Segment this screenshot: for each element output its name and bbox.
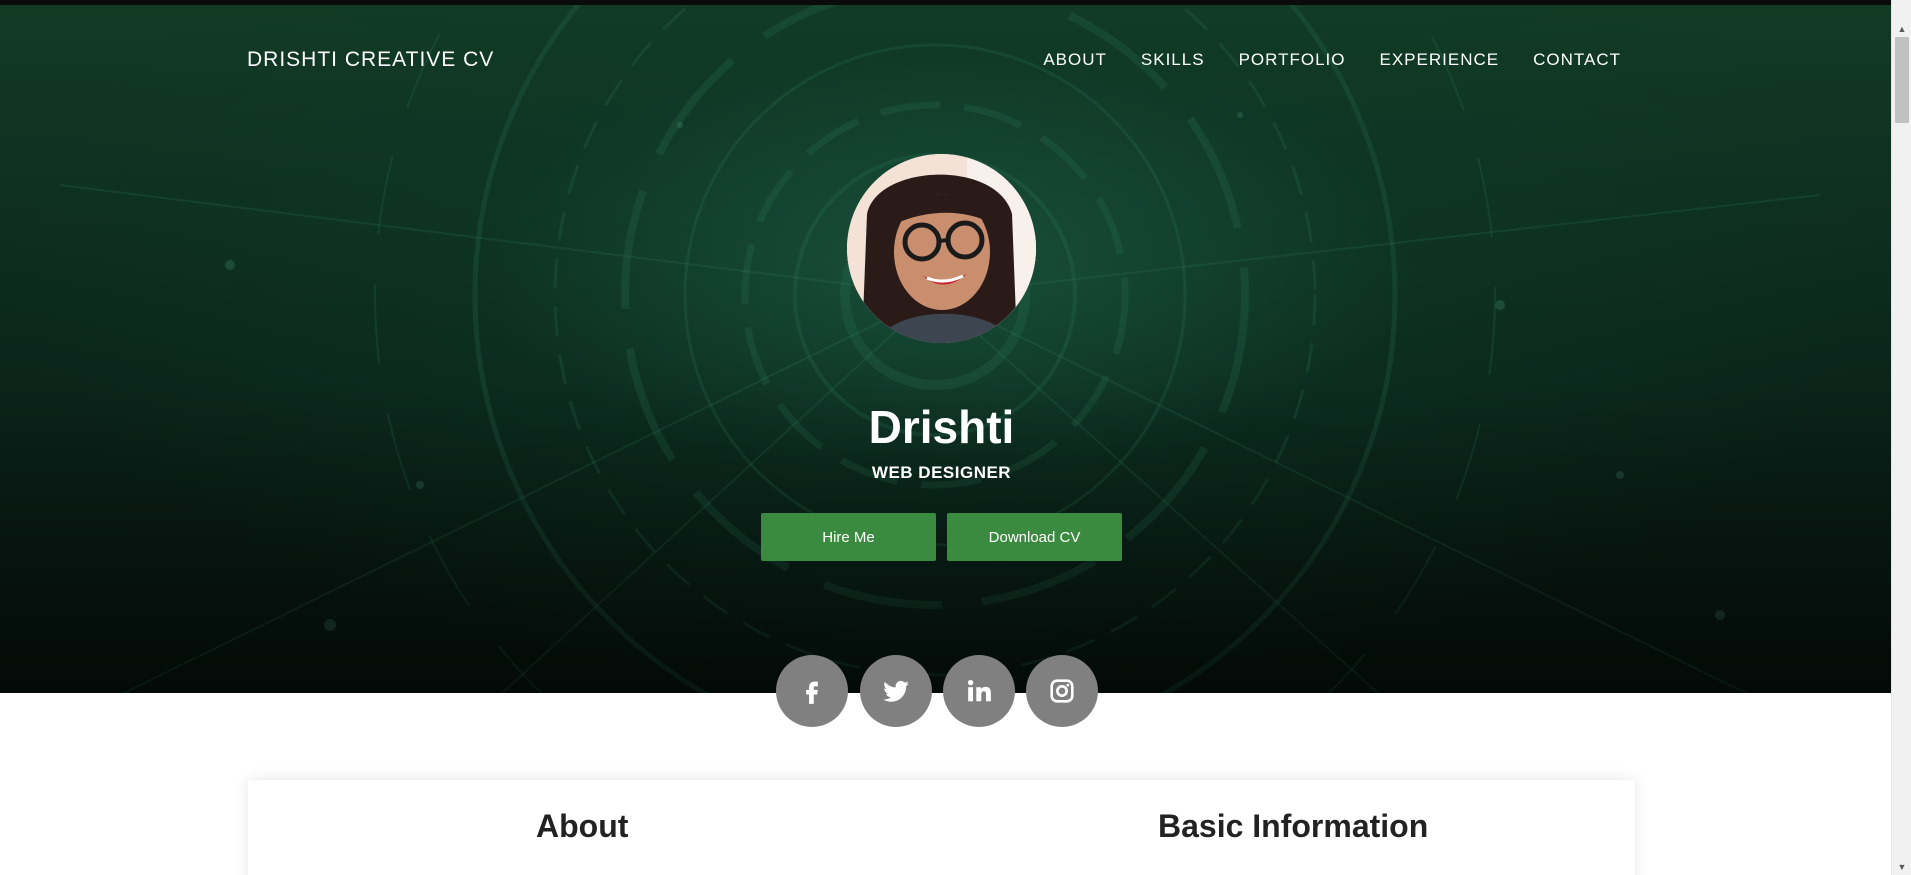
scroll-down-icon[interactable]: ▼ bbox=[1892, 858, 1911, 875]
twitter-button[interactable] bbox=[860, 655, 932, 727]
page: DRISHTI CREATIVE CV ABOUT SKILLS PORTFOL… bbox=[0, 0, 1911, 875]
nav-item-experience[interactable]: EXPERIENCE bbox=[1380, 50, 1500, 70]
nav-menu: ABOUT SKILLS PORTFOLIO EXPERIENCE CONTAC… bbox=[1043, 50, 1621, 70]
hire-me-button[interactable]: Hire Me bbox=[761, 513, 936, 561]
download-cv-button[interactable]: Download CV bbox=[947, 513, 1122, 561]
linkedin-icon bbox=[967, 679, 991, 702]
top-strip bbox=[0, 0, 1891, 5]
linkedin-button[interactable] bbox=[943, 655, 1015, 727]
profile-avatar bbox=[847, 154, 1036, 343]
facebook-button[interactable] bbox=[776, 655, 848, 727]
nav-item-about[interactable]: ABOUT bbox=[1043, 50, 1107, 70]
hero-section: DRISHTI CREATIVE CV ABOUT SKILLS PORTFOL… bbox=[0, 5, 1891, 693]
twitter-icon bbox=[883, 680, 909, 702]
hero-role: WEB DESIGNER bbox=[871, 463, 1012, 482]
scroll-thumb[interactable] bbox=[1895, 37, 1909, 123]
scroll-up-icon[interactable]: ▲ bbox=[1892, 20, 1911, 37]
about-heading: About bbox=[536, 808, 629, 844]
nav-item-contact[interactable]: CONTACT bbox=[1533, 50, 1621, 70]
hero-name: Drishti bbox=[868, 401, 1015, 453]
top-navigation: DRISHTI CREATIVE CV ABOUT SKILLS PORTFOL… bbox=[0, 5, 1891, 115]
instagram-button[interactable] bbox=[1026, 655, 1098, 727]
nav-item-portfolio[interactable]: PORTFOLIO bbox=[1239, 50, 1346, 70]
nav-item-skills[interactable]: SKILLS bbox=[1141, 50, 1205, 70]
instagram-icon bbox=[1050, 679, 1074, 703]
social-links bbox=[776, 655, 1098, 727]
facebook-icon bbox=[806, 681, 818, 704]
basic-information-heading: Basic Information bbox=[1158, 808, 1429, 844]
brand-logo-text[interactable]: DRISHTI CREATIVE CV bbox=[247, 48, 494, 72]
page-scrollbar[interactable]: ▲ ▼ bbox=[1891, 0, 1911, 875]
